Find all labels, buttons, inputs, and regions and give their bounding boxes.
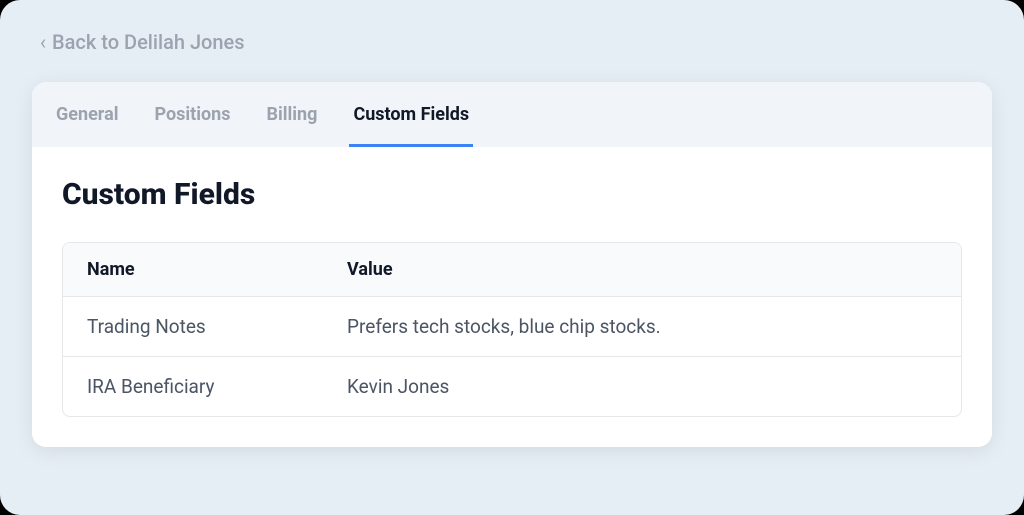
tab-general[interactable]: General (52, 82, 123, 147)
page-title: Custom Fields (62, 177, 962, 212)
back-link-label: Back to Delilah Jones (52, 30, 245, 54)
cell-name: IRA Beneficiary (87, 375, 347, 398)
tab-billing[interactable]: Billing (263, 82, 322, 147)
tab-custom-fields[interactable]: Custom Fields (349, 82, 473, 147)
back-link[interactable]: ‹ Back to Delilah Jones (40, 30, 245, 54)
column-header-name: Name (87, 259, 347, 280)
tab-content: Custom Fields Name Value Trading Notes P… (32, 147, 992, 447)
column-header-value: Value (347, 259, 937, 280)
custom-fields-table: Name Value Trading Notes Prefers tech st… (62, 242, 962, 417)
table-row: Trading Notes Prefers tech stocks, blue … (63, 297, 961, 357)
page-container: ‹ Back to Delilah Jones General Position… (0, 0, 1024, 515)
table-header: Name Value (63, 243, 961, 297)
content-card: General Positions Billing Custom Fields … (32, 82, 992, 447)
cell-name: Trading Notes (87, 315, 347, 338)
tab-bar: General Positions Billing Custom Fields (32, 82, 992, 147)
cell-value: Kevin Jones (347, 375, 937, 398)
cell-value: Prefers tech stocks, blue chip stocks. (347, 315, 937, 338)
table-row: IRA Beneficiary Kevin Jones (63, 357, 961, 416)
tab-positions[interactable]: Positions (151, 82, 235, 147)
chevron-left-icon: ‹ (40, 30, 46, 54)
